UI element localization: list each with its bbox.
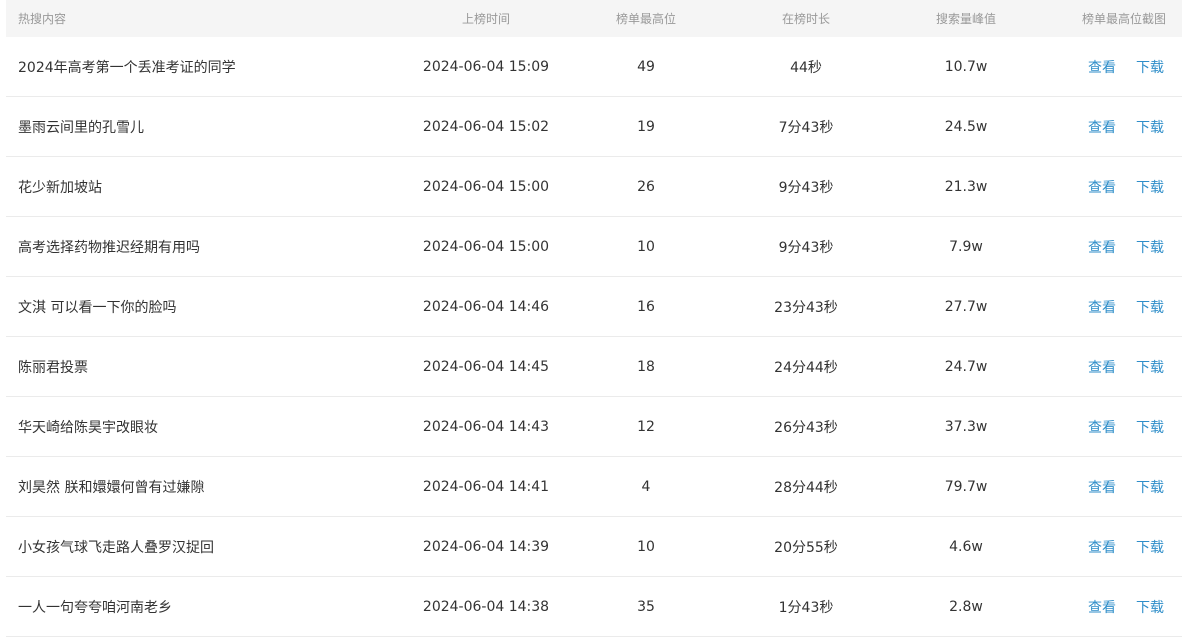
row-title: 小女孩气球飞走路人叠罗汉捉回 [18,539,214,556]
hot-search-table: 热搜内容 上榜时间 榜单最高位 在榜时长 搜索量峰值 榜单最高位截图 2024年… [6,0,1182,637]
row-duration: 20分55秒 [774,539,838,556]
row-actions: 查看 下载 [1088,57,1164,77]
header-title: 热搜内容 [18,12,67,26]
row-duration: 1分43秒 [778,599,834,616]
row-rank: 12 [637,418,655,435]
row-peak: 79.7w [944,478,988,495]
view-link[interactable]: 查看 [1088,57,1116,77]
row-rank: 16 [637,298,655,315]
table-row: 花少新加坡站 2024-06-04 15:00 26 9分43秒 21.3w 查… [6,157,1182,217]
table-row: 陈丽君投票 2024-06-04 14:45 18 24分44秒 24.7w 查… [6,337,1182,397]
view-link[interactable]: 查看 [1088,537,1116,557]
view-link[interactable]: 查看 [1088,597,1116,617]
download-link[interactable]: 下载 [1136,357,1164,377]
row-actions: 查看 下载 [1088,597,1164,617]
row-peak: 2.8w [949,598,983,615]
row-duration: 28分44秒 [774,479,838,496]
view-link[interactable]: 查看 [1088,357,1116,377]
view-link[interactable]: 查看 [1088,237,1116,257]
header-rank: 榜单最高位 [615,12,676,26]
download-link[interactable]: 下载 [1136,177,1164,197]
header-peak: 搜索量峰值 [935,12,996,26]
download-link[interactable]: 下载 [1136,417,1164,437]
row-duration: 7分43秒 [778,119,834,136]
table-row: 刘昊然 朕和嬛嬛何曾有过嫌隙 2024-06-04 14:41 4 28分44秒… [6,457,1182,517]
row-title: 一人一句夸夸咱河南老乡 [18,599,172,616]
row-rank: 10 [637,238,655,255]
row-actions: 查看 下载 [1088,117,1164,137]
view-link[interactable]: 查看 [1088,117,1116,137]
row-rank: 35 [637,598,655,615]
view-link[interactable]: 查看 [1088,417,1116,437]
row-title: 高考选择药物推迟经期有用吗 [18,239,200,256]
header-duration: 在榜时长 [781,12,830,26]
row-peak: 4.6w [949,538,983,555]
table-header: 热搜内容 上榜时间 榜单最高位 在榜时长 搜索量峰值 榜单最高位截图 [6,0,1182,37]
download-link[interactable]: 下载 [1136,597,1164,617]
row-peak: 37.3w [944,418,988,435]
view-link[interactable]: 查看 [1088,477,1116,497]
table-row: 一人一句夸夸咱河南老乡 2024-06-04 14:38 35 1分43秒 2.… [6,577,1182,637]
row-actions: 查看 下载 [1088,297,1164,317]
table-row: 文淇 可以看一下你的脸吗 2024-06-04 14:46 16 23分43秒 … [6,277,1182,337]
row-actions: 查看 下载 [1088,417,1164,437]
row-peak: 7.9w [949,238,983,255]
row-title: 文淇 可以看一下你的脸吗 [18,299,177,316]
row-duration: 24分44秒 [774,359,838,376]
row-actions: 查看 下载 [1088,237,1164,257]
table-row: 墨雨云间里的孔雪儿 2024-06-04 15:02 19 7分43秒 24.5… [6,97,1182,157]
row-peak: 24.7w [944,358,988,375]
table-row: 2024年高考第一个丢准考证的同学 2024-06-04 15:09 49 44… [6,37,1182,97]
row-actions: 查看 下载 [1088,477,1164,497]
download-link[interactable]: 下载 [1136,537,1164,557]
row-peak: 21.3w [944,178,988,195]
row-title: 刘昊然 朕和嬛嬛何曾有过嫌隙 [18,479,205,496]
download-link[interactable]: 下载 [1136,117,1164,137]
table-body: 2024年高考第一个丢准考证的同学 2024-06-04 15:09 49 44… [6,37,1182,637]
row-title: 华天崎给陈昊宇改眼妆 [18,419,158,436]
view-link[interactable]: 查看 [1088,177,1116,197]
row-title: 2024年高考第一个丢准考证的同学 [18,59,236,76]
header-screenshot: 榜单最高位截图 [1081,12,1166,26]
row-rank: 18 [637,358,655,375]
download-link[interactable]: 下载 [1136,477,1164,497]
row-duration: 9分43秒 [778,179,834,196]
row-peak: 27.7w [944,298,988,315]
row-duration: 9分43秒 [778,239,834,256]
row-rank: 26 [637,178,655,195]
download-link[interactable]: 下载 [1136,237,1164,257]
row-rank: 49 [637,58,655,75]
row-duration: 23分43秒 [774,299,838,316]
row-actions: 查看 下载 [1088,177,1164,197]
row-rank: 10 [637,538,655,555]
row-peak: 24.5w [944,118,988,135]
row-duration: 26分43秒 [774,419,838,436]
download-link[interactable]: 下载 [1136,297,1164,317]
row-title: 墨雨云间里的孔雪儿 [18,119,144,136]
row-actions: 查看 下载 [1088,357,1164,377]
row-title: 花少新加坡站 [18,179,102,196]
row-peak: 10.7w [944,58,988,75]
table-row: 华天崎给陈昊宇改眼妆 2024-06-04 14:43 12 26分43秒 37… [6,397,1182,457]
view-link[interactable]: 查看 [1088,297,1116,317]
row-duration: 44秒 [790,59,822,76]
row-title: 陈丽君投票 [18,359,88,376]
table-row: 小女孩气球飞走路人叠罗汉捉回 2024-06-04 14:39 10 20分55… [6,517,1182,577]
download-link[interactable]: 下载 [1136,57,1164,77]
row-actions: 查看 下载 [1088,537,1164,557]
row-rank: 19 [637,118,655,135]
row-rank: 4 [641,478,651,495]
table-row: 高考选择药物推迟经期有用吗 2024-06-04 15:00 10 9分43秒 … [6,217,1182,277]
